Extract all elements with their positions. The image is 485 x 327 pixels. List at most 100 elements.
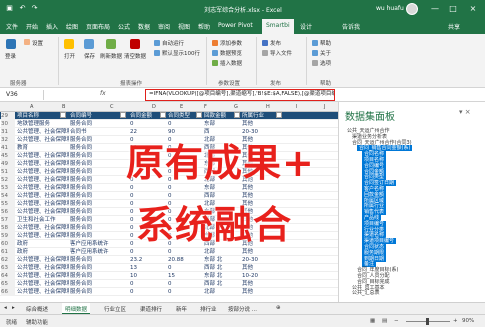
tab-smartbi[interactable]: Smartbi xyxy=(262,19,294,34)
table-cell[interactable]: 公共管理、社会保障和社 xyxy=(17,200,69,208)
tab-share[interactable]: 共享 xyxy=(448,22,460,31)
table-header-cell[interactable]: 合同编号 xyxy=(70,112,120,120)
tab-page-layout[interactable]: 页面布局 xyxy=(86,22,110,31)
table-cell[interactable]: 其他 xyxy=(242,248,282,256)
table-cell[interactable]: 10 xyxy=(130,272,164,280)
table-cell[interactable]: 服务合同 xyxy=(70,120,128,128)
row-number[interactable]: 64 xyxy=(1,272,15,280)
accessibility-status[interactable]: 辅助功能 xyxy=(26,318,48,326)
table-cell[interactable]: 公共管理、社会保障和社 xyxy=(17,224,69,232)
row-number[interactable]: 66 xyxy=(1,288,15,296)
table-cell[interactable]: 公共管理、社会保障和社 xyxy=(17,208,69,216)
row-number[interactable]: 57 xyxy=(1,216,15,224)
table-cell[interactable]: 公共管理、社会保障和社 xyxy=(17,168,69,176)
table-cell[interactable]: 服务合同 xyxy=(70,224,128,232)
avatar[interactable] xyxy=(406,3,418,15)
row-number[interactable]: 65 xyxy=(1,280,15,288)
sheet-scroll-right-icon[interactable]: ▸ xyxy=(12,305,15,311)
about-button[interactable]: 关于 xyxy=(320,49,331,57)
table-row[interactable]: 30 地铁管理服务 服务合同 0 0 东部 其他 xyxy=(0,120,338,128)
column-header[interactable]: I xyxy=(296,104,297,110)
table-cell[interactable]: 公共管理、社会保障和社 xyxy=(17,136,69,144)
sheet-tab-industry[interactable]: 行业立区 xyxy=(104,305,126,313)
tab-help[interactable]: 帮助 xyxy=(198,22,210,31)
column-header[interactable]: D xyxy=(152,104,156,110)
column-header[interactable]: H xyxy=(266,104,270,110)
column-header[interactable]: A xyxy=(30,104,33,110)
table-cell[interactable]: 服务合同 xyxy=(70,184,128,192)
table-row[interactable]: 65公共管理、社会保障和社服务合同00西部 北其他 xyxy=(0,280,338,288)
tab-data[interactable]: 数据 xyxy=(138,22,150,31)
table-row[interactable]: 66公共管理、社会保障和社服务合同00北部其他 xyxy=(0,288,338,296)
table-cell[interactable]: 服务合同 xyxy=(70,280,128,288)
table-cell[interactable]: 20.88 xyxy=(168,256,202,264)
zoom-slider-thumb[interactable] xyxy=(426,318,429,325)
formula-input[interactable]: =IFNA(VLOOKUP([@项目编号],渠道缩写],'B!$E:$A,FAL… xyxy=(145,89,335,101)
table-cell[interactable]: 0 xyxy=(168,264,202,272)
save-icon[interactable]: ▣ xyxy=(5,4,14,13)
settings-button[interactable]: 设置 xyxy=(32,39,43,47)
table-header-cell[interactable]: 回款金额 xyxy=(204,112,234,120)
table-cell[interactable]: 合同书 xyxy=(70,128,128,136)
refresh-data-button[interactable]: 刷新数据 xyxy=(100,52,122,60)
sheet-tab-overview[interactable]: 综合概述 xyxy=(26,305,48,313)
table-cell[interactable]: 公共管理、社会保障和社 xyxy=(17,280,69,288)
table-cell[interactable]: 其他 xyxy=(242,120,282,128)
undo-icon[interactable]: ↶ xyxy=(18,4,27,13)
table-row[interactable]: 62公共管理、社会保障和社服务合同23.2 20.88东部 北20-30 xyxy=(0,256,338,264)
table-header-cell[interactable]: 合同金额 xyxy=(130,112,160,120)
filter-dropdown-icon[interactable] xyxy=(60,112,66,118)
table-cell[interactable]: 公共管理、社会保障和社 xyxy=(17,176,69,184)
table-cell[interactable]: 公共管理、社会保障和社 xyxy=(17,184,69,192)
tab-insert[interactable]: 插入 xyxy=(46,22,58,31)
table-row[interactable]: 63公共管理、社会保障和社服务合同13 0西部 北其他 xyxy=(0,264,338,272)
sheet-tab-detail[interactable]: 明细数据 xyxy=(62,303,91,314)
table-cell[interactable]: 服务合同 xyxy=(70,144,128,152)
table-cell[interactable]: 东部 北 xyxy=(204,272,240,280)
user-name[interactable]: wu huafu xyxy=(376,5,404,12)
table-header-cell[interactable]: 合同类型 xyxy=(168,112,198,120)
view-normal-icon[interactable]: ▦ xyxy=(370,318,375,324)
table-cell[interactable]: 服务合同 xyxy=(70,288,128,296)
help-button[interactable]: 帮助 xyxy=(320,39,331,47)
table-cell[interactable]: 服务合同 xyxy=(70,256,128,264)
table-cell[interactable]: 北部 xyxy=(204,248,240,256)
table-header-cell[interactable]: 所属行业 xyxy=(242,112,276,120)
table-cell[interactable]: 公共管理、社会保障和社 xyxy=(17,288,69,296)
table-cell[interactable]: 其他 xyxy=(242,264,282,272)
table-cell[interactable]: 20-30 xyxy=(242,256,282,264)
tab-home[interactable]: 开始 xyxy=(26,22,38,31)
table-cell[interactable]: 15 xyxy=(168,272,202,280)
add-param-button[interactable]: 添加参数 xyxy=(220,39,242,47)
sheet-tab-channel[interactable]: 渠道排行 xyxy=(140,305,162,313)
zoom-in-icon[interactable]: + xyxy=(453,318,458,324)
table-row[interactable]: 64公共管理、社会保障和社服务合同10 15东部 北10-20 xyxy=(0,272,338,280)
row-number[interactable]: 62 xyxy=(1,256,15,264)
filter-dropdown-icon[interactable] xyxy=(196,112,202,118)
table-cell[interactable]: 10-20 xyxy=(242,272,282,280)
table-cell[interactable]: 客户应用系统许 xyxy=(70,248,128,256)
clear-data-button[interactable]: 清空数据 xyxy=(124,52,146,60)
import-file-button[interactable]: 导入文件 xyxy=(270,49,292,57)
table-cell[interactable]: 服务合同 xyxy=(70,192,128,200)
tab-review[interactable]: 审阅 xyxy=(158,22,170,31)
row-number[interactable]: 55 xyxy=(1,200,15,208)
table-cell[interactable]: 公共管理、社会保障和社 xyxy=(17,256,69,264)
table-cell[interactable]: 东部 xyxy=(204,120,240,128)
table-cell[interactable]: 0 xyxy=(130,280,164,288)
filter-dropdown-icon[interactable] xyxy=(234,112,240,118)
table-cell[interactable]: 公共管理、社会保障和社 xyxy=(17,272,69,280)
table-cell[interactable]: 23.2 xyxy=(130,256,164,264)
row-number[interactable]: 52 xyxy=(1,176,15,184)
table-cell[interactable]: 公共管理、社会保障和社 xyxy=(17,128,69,136)
table-cell[interactable]: 北部 xyxy=(204,288,240,296)
filter-dropdown-icon[interactable] xyxy=(160,112,166,118)
row-number[interactable]: 32 xyxy=(1,136,15,144)
row-number[interactable]: 54 xyxy=(1,192,15,200)
table-cell[interactable]: 0 xyxy=(130,288,164,296)
sheet-tab-more[interactable]: 按部分说 ... xyxy=(228,305,257,313)
auto-run-checkbox[interactable] xyxy=(154,40,160,46)
tab-file[interactable]: 文件 xyxy=(6,22,18,31)
table-cell[interactable]: 服务合同 xyxy=(70,168,128,176)
tab-draw[interactable]: 绘图 xyxy=(66,22,78,31)
